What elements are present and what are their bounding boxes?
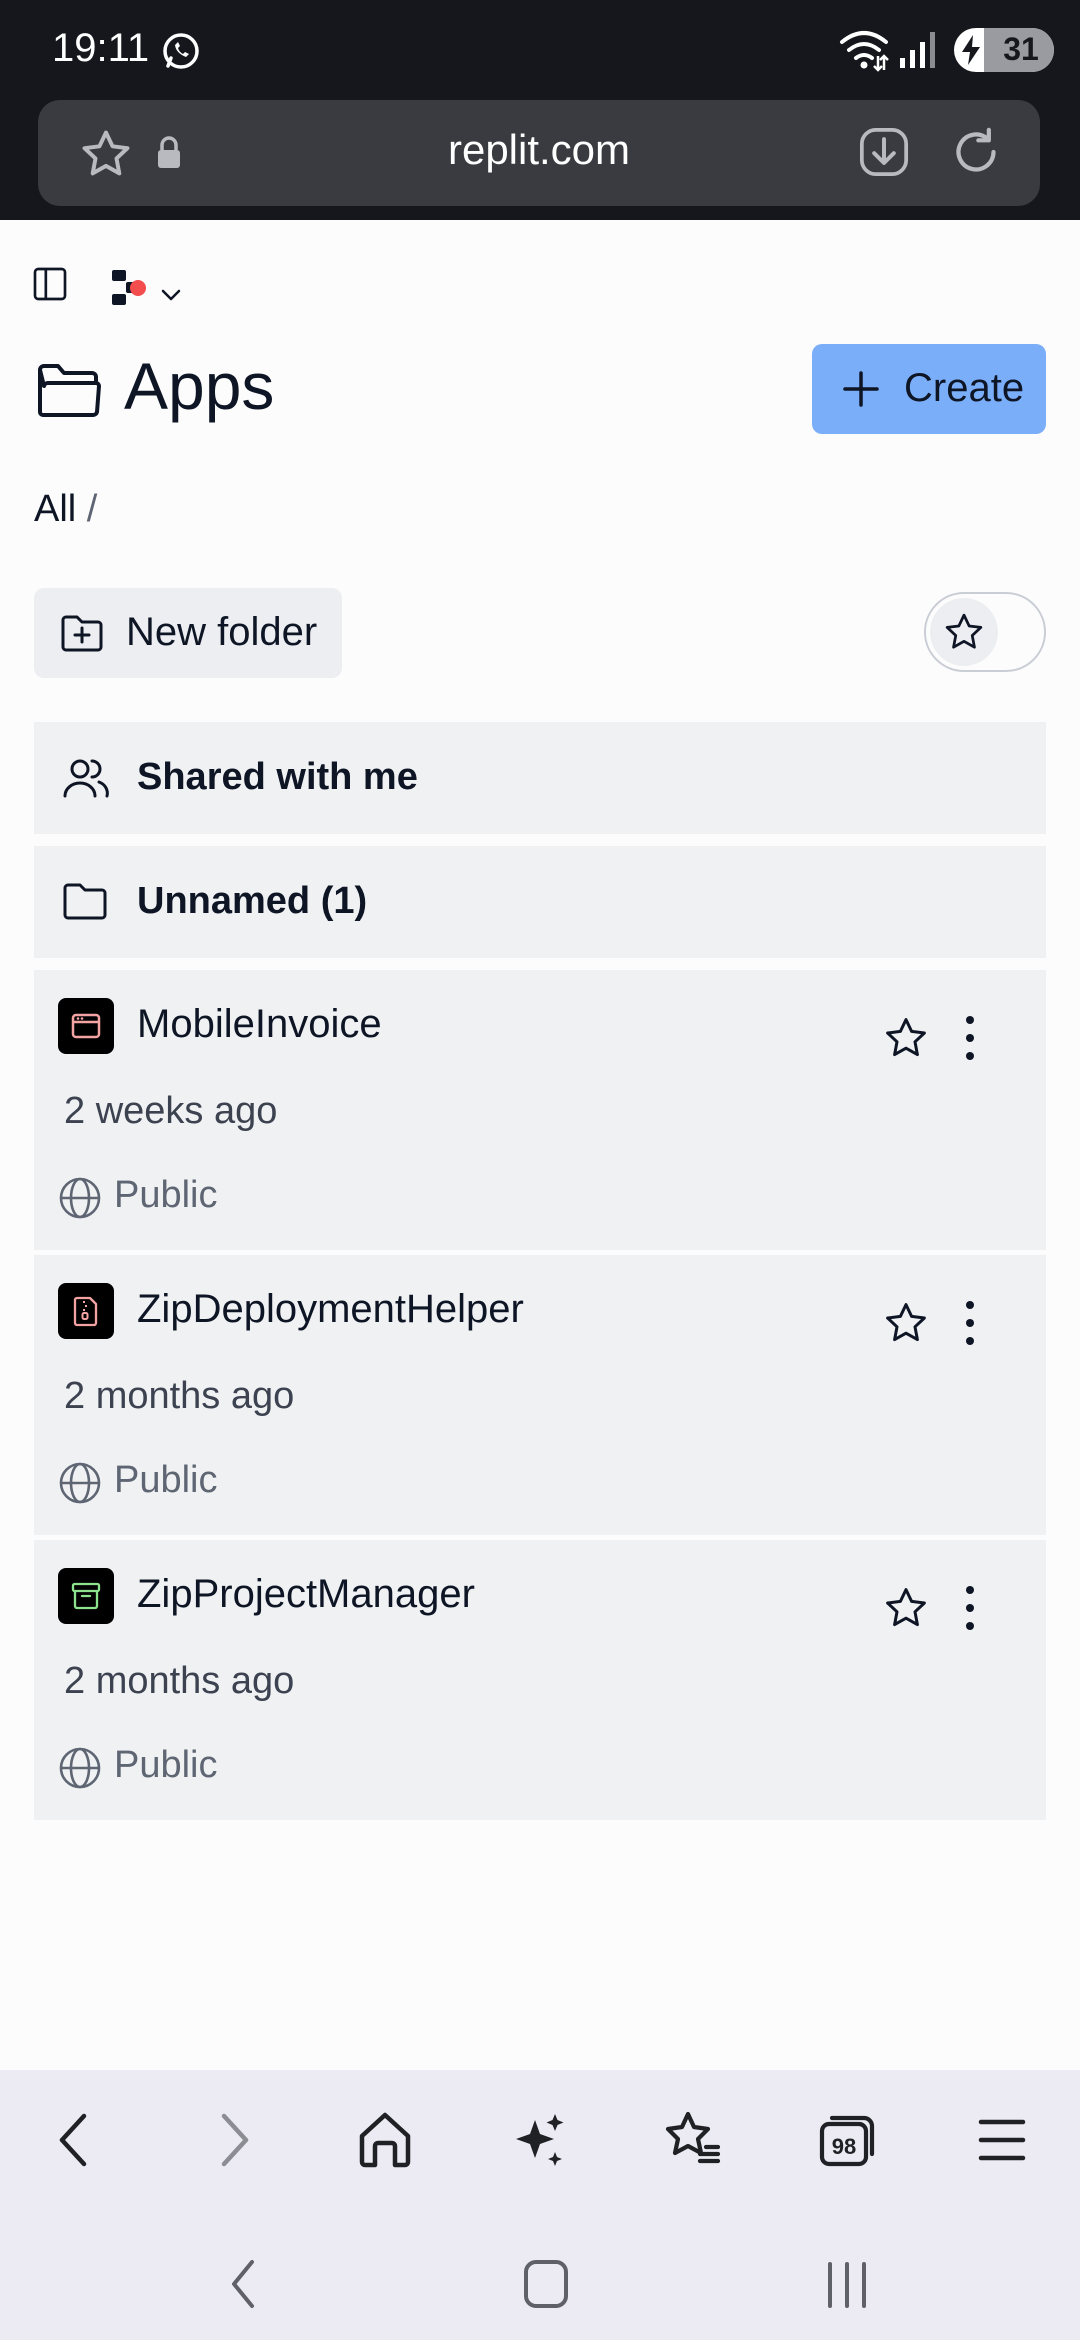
charging-bolt-icon [962, 35, 980, 65]
system-nav-bar [0, 2210, 1080, 2340]
tabs-icon[interactable]: 98 [818, 2110, 878, 2170]
top-toolbar [0, 250, 1080, 310]
sidebar-toggle-icon[interactable] [30, 264, 70, 304]
folder-row-unnamed[interactable]: Unnamed (1) [34, 846, 1046, 958]
new-folder-button[interactable]: New folder [34, 588, 342, 678]
menu-icon[interactable] [977, 2110, 1027, 2170]
more-vertical-icon[interactable] [960, 1012, 980, 1064]
app-card[interactable]: ZipProjectManager 2 months ago Public [34, 1540, 1046, 1820]
system-recents-icon[interactable] [822, 2256, 872, 2312]
zip-file-icon [58, 1283, 114, 1339]
chevron-down-icon[interactable] [160, 288, 182, 302]
app-updated-time: 2 months ago [64, 1660, 295, 1702]
star-icon[interactable] [882, 1584, 930, 1632]
breadcrumb: All / [34, 488, 97, 531]
folder-open-icon [38, 364, 101, 417]
app-visibility: Public [114, 1459, 218, 1501]
breadcrumb-separator: / [86, 488, 98, 530]
home-icon[interactable] [357, 2110, 413, 2170]
app-visibility: Public [114, 1174, 218, 1216]
globe-icon [59, 1462, 101, 1504]
star-icon[interactable] [882, 1014, 930, 1062]
globe-icon [59, 1177, 101, 1219]
bookmarks-icon[interactable] [662, 2110, 722, 2170]
back-icon[interactable] [54, 2110, 94, 2170]
tabs-count: 98 [832, 2134, 856, 2159]
app-name[interactable]: ZipProjectManager [137, 1572, 475, 1617]
more-vertical-icon[interactable] [960, 1582, 980, 1634]
plus-icon [843, 371, 879, 407]
notification-dot [130, 280, 146, 296]
folder-label: Shared with me [137, 756, 418, 798]
folder-icon [63, 883, 107, 920]
app-visibility: Public [114, 1744, 218, 1786]
folder-label: Unnamed (1) [137, 880, 368, 922]
new-folder-label: New folder [126, 610, 318, 654]
page-title: Apps [124, 349, 275, 423]
app-card[interactable]: MobileInvoice 2 weeks ago Public [34, 970, 1046, 1250]
app-name[interactable]: MobileInvoice [137, 1002, 382, 1047]
globe-icon [59, 1747, 101, 1789]
url-bar[interactable]: replit.com [38, 100, 1040, 206]
star-icon [945, 613, 983, 649]
favorites-toggle-knob [930, 598, 998, 666]
forward-icon[interactable] [214, 2110, 254, 2170]
create-button[interactable]: Create [812, 344, 1046, 434]
status-bar: 19:11 31 [0, 0, 1080, 100]
signal-icon [900, 32, 935, 68]
app-card[interactable]: ZipDeploymentHelper 2 months ago Public [34, 1255, 1046, 1535]
battery-indicator: 31 [954, 28, 1054, 72]
app-name[interactable]: ZipDeploymentHelper [137, 1287, 524, 1332]
star-icon[interactable] [882, 1299, 930, 1347]
download-icon[interactable] [856, 124, 912, 180]
browser-bottom-nav: 98 [0, 2070, 1080, 2210]
create-button-label: Create [904, 366, 1025, 410]
favorites-toggle[interactable] [924, 592, 1046, 672]
whatsapp-icon [163, 33, 199, 69]
folder-row-shared[interactable]: Shared with me [34, 722, 1046, 834]
app-updated-time: 2 weeks ago [64, 1090, 278, 1132]
status-time: 19:11 [52, 26, 150, 70]
reload-icon[interactable] [948, 124, 1004, 180]
more-vertical-icon[interactable] [960, 1297, 980, 1349]
ai-sparkle-icon[interactable] [511, 2110, 567, 2170]
system-home-icon[interactable] [522, 2256, 570, 2312]
app-updated-time: 2 months ago [64, 1375, 295, 1417]
wifi-icon [840, 31, 889, 72]
users-icon [63, 759, 109, 798]
folder-plus-icon [61, 615, 103, 652]
system-back-icon[interactable] [226, 2256, 262, 2312]
browser-window-icon [58, 998, 114, 1054]
breadcrumb-all[interactable]: All [34, 488, 76, 530]
page-content: Apps Create All / New folder Shared with… [0, 220, 1080, 2070]
archive-box-icon [58, 1568, 114, 1624]
